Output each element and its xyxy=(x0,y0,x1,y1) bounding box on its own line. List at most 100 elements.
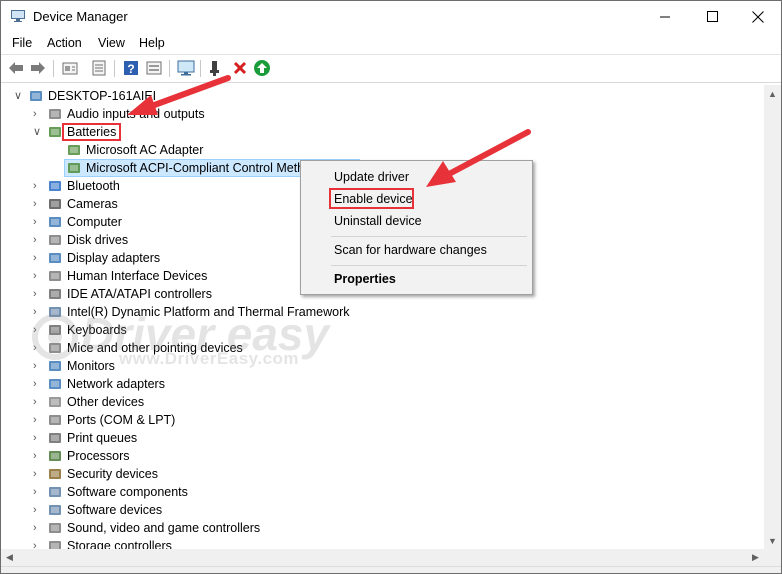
battery-device-icon xyxy=(66,160,82,176)
expand-chevron-icon[interactable]: › xyxy=(33,468,43,480)
expand-chevron-icon[interactable]: › xyxy=(33,288,43,300)
expand-chevron-icon[interactable]: › xyxy=(33,486,43,498)
resource-view-button[interactable] xyxy=(145,59,163,77)
horizontal-scrollbar[interactable]: ◀ ▶ xyxy=(1,549,764,566)
toolbar-separator xyxy=(114,60,115,77)
tree-category[interactable]: › Software components xyxy=(2,483,762,501)
computer-icon xyxy=(28,88,44,104)
expand-chevron-icon[interactable]: › xyxy=(33,270,43,282)
expand-chevron-icon[interactable]: › xyxy=(33,324,43,336)
maximize-button[interactable] xyxy=(689,1,735,32)
expand-chevron-icon[interactable]: › xyxy=(33,342,43,354)
title-bar: Device Manager xyxy=(1,1,781,32)
tree-category[interactable]: › Audio inputs and outputs xyxy=(2,105,762,123)
device-tree: ∨ DESKTOP-161AIEI › Audio inputs and output… xyxy=(2,85,763,549)
expand-chevron-icon[interactable]: › xyxy=(33,522,43,534)
tree-category[interactable]: › Network adapters xyxy=(2,375,762,393)
scroll-left-icon[interactable]: ◀ xyxy=(1,549,18,566)
tree-root[interactable]: ∨ DESKTOP-161AIEI xyxy=(2,87,762,105)
tree-category[interactable]: › Mice and other pointing devices xyxy=(2,339,762,357)
expand-chevron-icon[interactable]: › xyxy=(33,306,43,318)
expand-chevron-icon[interactable]: › xyxy=(33,540,43,549)
menu-file[interactable]: File xyxy=(12,36,32,50)
tree-item-label: Human Interface Devices xyxy=(67,269,208,283)
tree-category[interactable]: › Ports (COM & LPT) xyxy=(2,411,762,429)
scan-hardware-button[interactable] xyxy=(177,59,195,77)
expand-chevron-icon[interactable]: › xyxy=(33,360,43,372)
enable-device-icon xyxy=(254,60,270,76)
enable-device-highlight-box xyxy=(329,188,414,209)
tree-item-label: Audio inputs and outputs xyxy=(67,107,205,121)
expand-chevron-icon[interactable]: › xyxy=(33,414,43,426)
ctx-uninstall-device[interactable]: Uninstall device xyxy=(334,214,422,228)
tree-category[interactable]: › Processors xyxy=(2,447,762,465)
ctx-properties[interactable]: Properties xyxy=(334,272,396,286)
menu-view[interactable]: View xyxy=(98,36,125,50)
svg-text:?: ? xyxy=(127,62,134,76)
collapse-chevron-icon[interactable]: ∨ xyxy=(33,126,43,138)
tree-item-label: Processors xyxy=(67,449,130,463)
disk-drive-icon xyxy=(47,232,63,248)
tree-category[interactable]: › Intel(R) Dynamic Platform and Thermal F… xyxy=(2,303,762,321)
menu-action[interactable]: Action xyxy=(47,36,82,50)
processor-icon xyxy=(47,448,63,464)
back-button[interactable] xyxy=(7,59,25,77)
maximize-icon xyxy=(706,11,718,22)
tree-category[interactable]: › Security devices xyxy=(2,465,762,483)
resource-view-icon xyxy=(146,61,162,75)
tree-category[interactable]: › Sound, video and game controllers xyxy=(2,519,762,537)
sound-icon xyxy=(47,520,63,536)
storage-controller-icon xyxy=(47,538,63,549)
tree-category[interactable]: › Monitors xyxy=(2,357,762,375)
ctx-separator xyxy=(331,236,527,237)
expand-chevron-icon[interactable]: › xyxy=(33,432,43,444)
scroll-right-icon[interactable]: ▶ xyxy=(747,549,764,566)
properties-button[interactable] xyxy=(90,59,108,77)
expand-chevron-icon[interactable]: › xyxy=(33,378,43,390)
tree-category[interactable]: › Print queues xyxy=(2,429,762,447)
close-button[interactable] xyxy=(735,1,781,32)
tree-item-label: IDE ATA/ATAPI controllers xyxy=(67,287,212,301)
speaker-icon xyxy=(47,106,63,122)
minimize-button[interactable] xyxy=(642,1,688,32)
toolbar-separator xyxy=(200,60,201,77)
update-driver-button[interactable] xyxy=(206,59,224,77)
tree-device[interactable]: Microsoft AC Adapter xyxy=(2,141,762,159)
tree-category[interactable]: › Storage controllers xyxy=(2,537,762,549)
display-adapter-icon xyxy=(47,250,63,266)
tree-category[interactable]: › Software devices xyxy=(2,501,762,519)
collapse-chevron-icon[interactable]: ∨ xyxy=(14,90,24,102)
expand-chevron-icon[interactable]: › xyxy=(33,252,43,264)
ctx-update-driver[interactable]: Update driver xyxy=(334,170,409,184)
tree-item-label: Storage controllers xyxy=(67,539,172,549)
expand-chevron-icon[interactable]: › xyxy=(33,450,43,462)
forward-button[interactable] xyxy=(29,59,47,77)
port-icon xyxy=(47,412,63,428)
vertical-scrollbar[interactable]: ▲ ▼ xyxy=(764,85,781,549)
device-view-icon xyxy=(62,62,78,75)
uninstall-device-button[interactable] xyxy=(231,59,249,77)
enable-device-button[interactable] xyxy=(253,59,271,77)
tree-category[interactable]: › Other devices xyxy=(2,393,762,411)
battery-device-icon xyxy=(66,142,82,158)
tree-category[interactable]: › Keyboards xyxy=(2,321,762,339)
expand-chevron-icon[interactable]: › xyxy=(33,198,43,210)
scroll-up-icon[interactable]: ▲ xyxy=(764,85,781,102)
expand-chevron-icon[interactable]: › xyxy=(33,108,43,120)
expand-chevron-icon[interactable]: › xyxy=(33,234,43,246)
expand-chevron-icon[interactable]: › xyxy=(33,504,43,516)
expand-chevron-icon[interactable]: › xyxy=(33,396,43,408)
tree-item-label: Network adapters xyxy=(67,377,165,391)
scroll-down-icon[interactable]: ▼ xyxy=(764,532,781,549)
camera-icon xyxy=(47,196,63,212)
tree-item-label: Sound, video and game controllers xyxy=(67,521,261,535)
help-button[interactable]: ? xyxy=(122,59,140,77)
tree-item-label: Monitors xyxy=(67,359,115,373)
menu-help[interactable]: Help xyxy=(139,36,165,50)
expand-chevron-icon[interactable]: › xyxy=(33,180,43,192)
expand-chevron-icon[interactable]: › xyxy=(33,216,43,228)
ctx-scan-hardware[interactable]: Scan for hardware changes xyxy=(334,243,487,257)
tree-item-label: Ports (COM & LPT) xyxy=(67,413,176,427)
device-view-button[interactable] xyxy=(61,59,79,77)
properties-icon xyxy=(92,60,106,76)
